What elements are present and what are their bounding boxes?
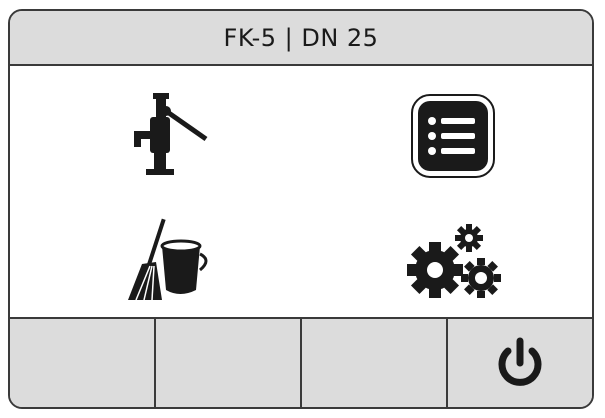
power-button[interactable] <box>448 319 592 407</box>
softkey-3-button[interactable] <box>302 319 448 407</box>
cleaning-button[interactable] <box>110 209 220 309</box>
hand-pump-icon <box>134 93 208 175</box>
manual-operation-button[interactable] <box>110 86 220 186</box>
device-panel: FK-5 | DN 25 <box>8 9 594 409</box>
settings-button[interactable] <box>398 209 508 309</box>
power-icon <box>498 337 542 386</box>
broom-bucket-icon <box>128 218 208 301</box>
softkey-2-button[interactable] <box>156 319 302 407</box>
gears-icon <box>407 224 501 298</box>
list-menu-button[interactable] <box>398 86 508 186</box>
page-title: FK-5 | DN 25 <box>223 23 379 52</box>
list-icon <box>411 94 495 178</box>
title-bar: FK-5 | DN 25 <box>10 11 592 66</box>
softkey-1-button[interactable] <box>10 319 156 407</box>
softkey-bar <box>10 317 592 407</box>
